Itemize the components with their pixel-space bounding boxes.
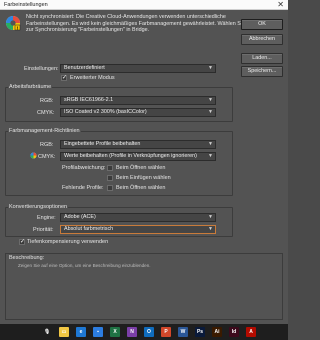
mismatch-label: Profilabweichung: (62, 165, 106, 171)
save-button[interactable]: Speichern... (241, 66, 283, 77)
cmyk-warning-icon (30, 152, 37, 159)
advanced-mode-label: Erweiterter Modus (70, 75, 115, 81)
word-icon[interactable]: W (178, 327, 188, 337)
chevron-down-icon: ▼ (208, 97, 213, 103)
settings-value: Benutzerdefiniert (64, 65, 105, 71)
chevron-down-icon: ▼ (208, 214, 213, 220)
chevron-down-icon: ▼ (208, 109, 213, 115)
settings-select[interactable]: Benutzerdefiniert ▼ (60, 64, 216, 73)
conversion-title: Konvertierungsoptionen (8, 204, 69, 210)
excel-icon[interactable]: X (110, 327, 120, 337)
intent-select[interactable]: Absolut farbmetrisch ▼ (60, 225, 216, 234)
warning-icon: ! (6, 16, 21, 30)
indesign-icon[interactable]: Id (229, 327, 239, 337)
intent-label: Priorität: (33, 227, 54, 233)
policy-rgb-value: Eingebettete Profile beibehalten (64, 141, 141, 147)
policy-cmyk-select[interactable]: Werte beibehalten (Profile in Verknüpfun… (60, 152, 216, 161)
engine-value: Adobe (ACE) (64, 214, 96, 220)
powerpoint-icon[interactable]: P (161, 327, 171, 337)
mismatch-paste-checkbox[interactable] (107, 175, 113, 181)
file-explorer-icon[interactable]: ▭ (59, 327, 69, 337)
load-button[interactable]: Laden... (241, 53, 283, 64)
description-title: Beschreibung: (9, 255, 45, 261)
workspace-rgb-value: sRGB IEC61966-2.1 (64, 97, 114, 103)
missing-profiles-label: Fehlende Profile: (62, 185, 104, 191)
workspace-cmyk-select[interactable]: ISO Coated v2 300% (basICColor) ▼ (60, 108, 216, 117)
black-point-label: Tiefenkompensierung verwenden (27, 239, 109, 245)
mismatch-paste-label: Beim Einfügen wählen (116, 175, 171, 181)
sync-warning-message: Nicht synchronisiert: Die Creative Cloud… (26, 14, 246, 34)
title-bar: Farbeinstellungen ✕ (0, 0, 288, 10)
onenote-icon[interactable]: N (127, 327, 137, 337)
policy-cmyk-value: Werte beibehalten (Profile in Verknüpfun… (64, 153, 197, 159)
working-spaces-title: Arbeitsfarbräume (8, 84, 53, 90)
policy-rgb-label: RGB: (40, 142, 54, 148)
chevron-down-icon: ▼ (208, 141, 213, 147)
illustrator-icon[interactable]: Ai (212, 327, 222, 337)
description-text: Zeigen Sie auf eine Option, um eine Besc… (18, 263, 151, 268)
cancel-button[interactable]: Abbrechen (241, 34, 283, 45)
acrobat-icon[interactable]: A (246, 327, 256, 337)
black-point-checkbox[interactable] (19, 239, 25, 245)
photoshop-icon[interactable]: Ps (195, 327, 205, 337)
advanced-mode-checkbox[interactable] (61, 75, 67, 81)
settings-label: Einstellungen: (24, 66, 59, 72)
window-title: Farbeinstellungen (4, 1, 48, 8)
chevron-down-icon: ▼ (208, 226, 213, 232)
policies-title: Farbmanagement-Richtlinien (8, 128, 81, 134)
intent-value: Absolut farbmetrisch (64, 226, 114, 232)
mismatch-open-checkbox[interactable] (107, 165, 113, 171)
missing-open-label: Beim Öffnen wählen (116, 185, 166, 191)
policy-cmyk-label: CMYK: (38, 154, 56, 160)
ok-button[interactable]: OK (241, 19, 283, 30)
workspace-rgb-select[interactable]: sRGB IEC61966-2.1 ▼ (60, 96, 216, 105)
engine-label: Engine: (37, 215, 56, 221)
taskbar: 🎙 ▭ e ▪ X N O P W Ps Ai Id A (0, 324, 288, 340)
workspace-rgb-label: RGB: (40, 98, 54, 104)
microphone-icon[interactable]: 🎙 (42, 327, 52, 337)
workspace-cmyk-label: CMYK: (37, 110, 55, 116)
edge-icon[interactable]: e (76, 327, 86, 337)
outlook-icon[interactable]: O (144, 327, 154, 337)
missing-open-checkbox[interactable] (107, 185, 113, 191)
chevron-down-icon: ▼ (208, 65, 213, 71)
workspace-cmyk-value: ISO Coated v2 300% (basICColor) (64, 109, 147, 115)
policy-rgb-select[interactable]: Eingebettete Profile beibehalten ▼ (60, 140, 216, 149)
engine-select[interactable]: Adobe (ACE) ▼ (60, 213, 216, 222)
mismatch-open-label: Beim Öffnen wählen (116, 165, 166, 171)
chevron-down-icon: ▼ (208, 153, 213, 159)
sticky-note-icon[interactable]: ▪ (93, 327, 103, 337)
close-icon[interactable]: ✕ (277, 0, 284, 10)
